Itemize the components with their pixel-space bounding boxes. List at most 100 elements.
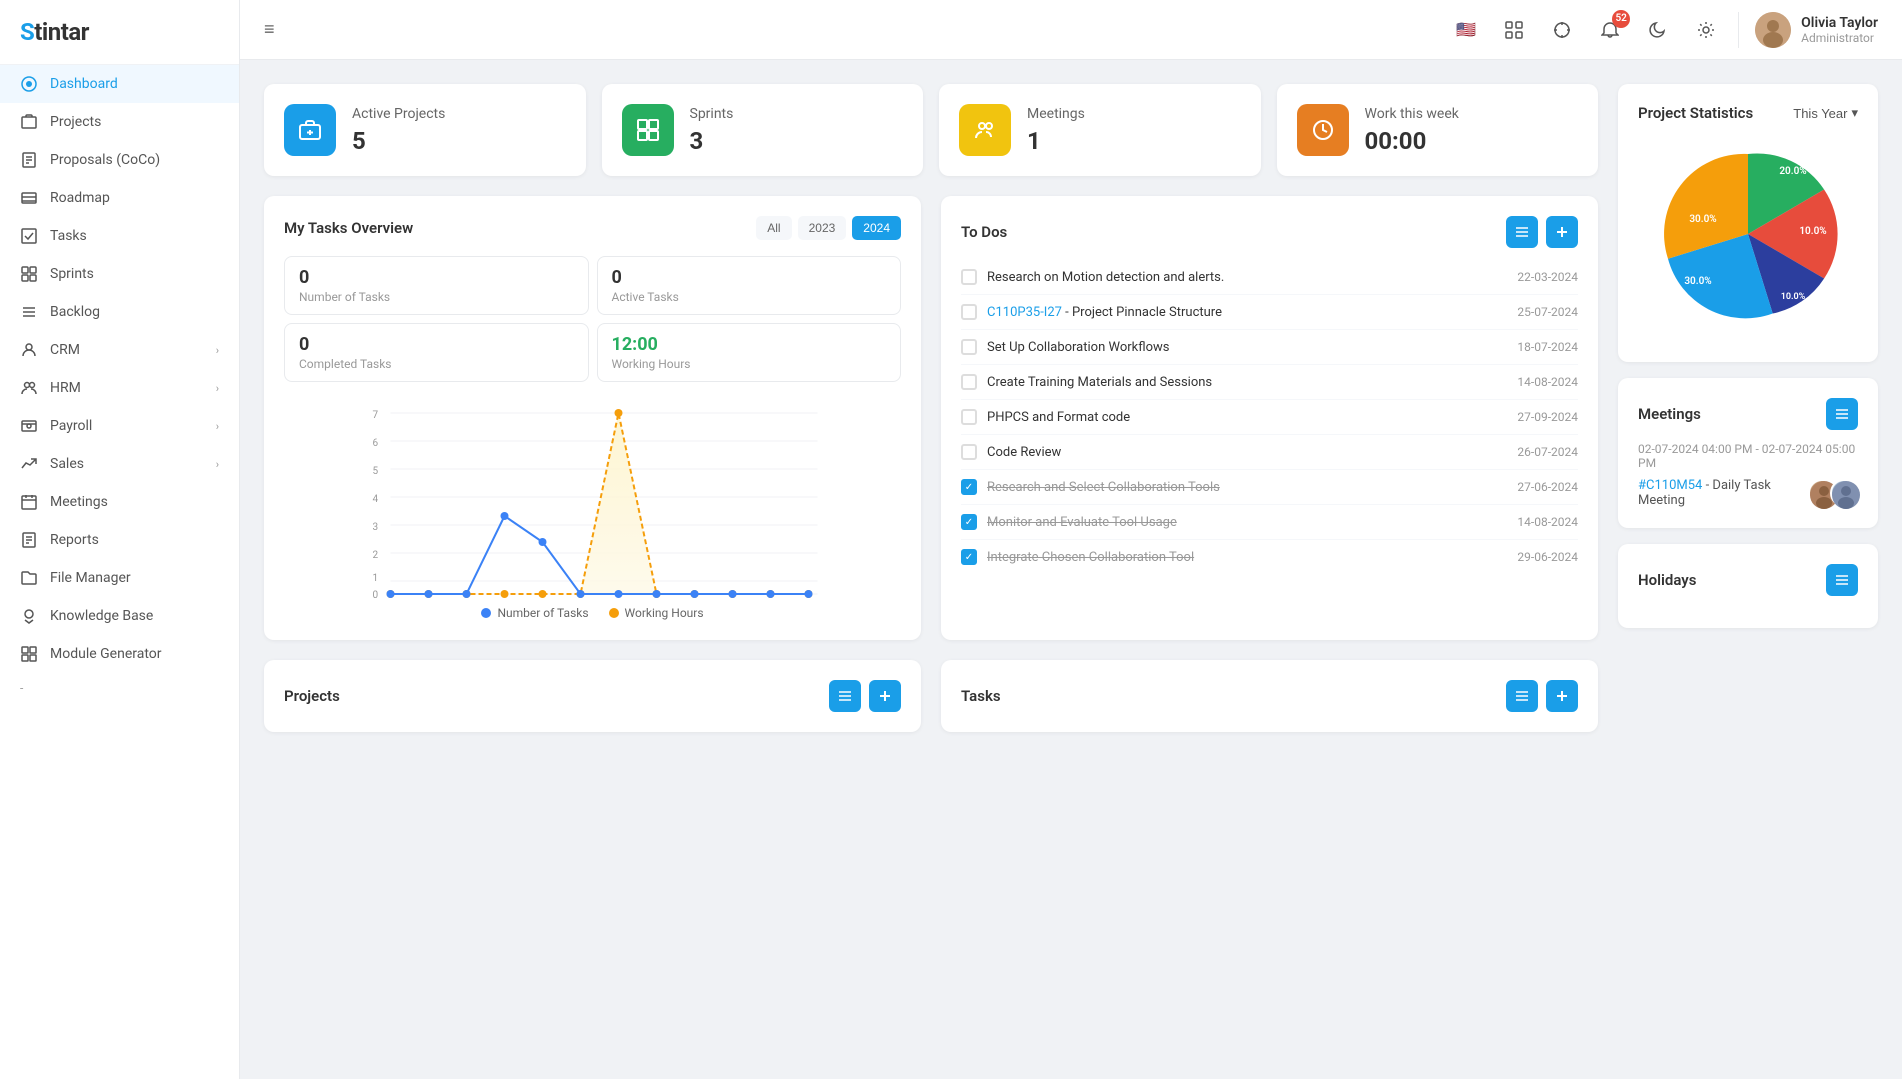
sidebar-item-projects[interactable]: Projects [0, 103, 239, 141]
stat-num-completed: 0 [299, 334, 574, 355]
filter-tabs: All 2023 2024 [756, 216, 901, 240]
sidebar-item-roadmap[interactable]: Roadmap [0, 179, 239, 217]
crosshair-icon[interactable] [1546, 14, 1578, 46]
meeting-avatar-2 [1830, 479, 1858, 507]
svg-text:20.0%: 20.0% [1779, 166, 1806, 177]
svg-text:10.0%: 10.0% [1781, 292, 1806, 302]
todo-check-7[interactable] [961, 514, 977, 530]
sidebar-label-reports: Reports [50, 532, 99, 548]
user-details: Olivia Taylor Administrator [1801, 15, 1878, 45]
todo-check-1[interactable] [961, 304, 977, 320]
sidebar-nav: Dashboard Projects Proposals (CoCo) Road… [0, 65, 239, 703]
todos-add-button[interactable] [1546, 216, 1578, 248]
sidebar-label-proposals: Proposals (CoCo) [50, 152, 160, 168]
tasks-legend-label: Number of Tasks [497, 606, 588, 620]
user-profile[interactable]: Olivia Taylor Administrator [1738, 12, 1878, 48]
sidebar-item-payroll[interactable]: Payroll › [0, 407, 239, 445]
filter-2024[interactable]: 2024 [852, 216, 901, 240]
todo-check-2[interactable] [961, 339, 977, 355]
sidebar-item-sales[interactable]: Sales › [0, 445, 239, 483]
hours-legend-dot [609, 608, 619, 618]
app-logo: Stintar [20, 18, 89, 46]
meeting-item: #C110M54 - Daily Task Meeting [1638, 478, 1858, 508]
holidays-card-header: Holidays [1638, 564, 1858, 596]
todo-date-1: 25-07-2024 [1517, 305, 1578, 319]
svg-text:5: 5 [373, 466, 379, 477]
tasks-legend-dot [481, 608, 491, 618]
sidebar-item-crm[interactable]: CRM › [0, 331, 239, 369]
sidebar-item-module-generator[interactable]: Module Generator [0, 635, 239, 673]
stat-label-completed: Completed Tasks [299, 357, 574, 371]
tasks-list-button[interactable] [1506, 680, 1538, 712]
sidebar-item-proposals[interactable]: Proposals (CoCo) [0, 141, 239, 179]
todos-header: To Dos [961, 216, 1578, 248]
meeting-link[interactable]: #C110M54 [1638, 478, 1702, 493]
stat-label-active: Active Tasks [612, 290, 887, 304]
sidebar-item-file-manager[interactable]: File Manager [0, 559, 239, 597]
todo-check-5[interactable] [961, 444, 977, 460]
meetings-card-header: Meetings [1638, 398, 1858, 430]
todo-item-4: PHPCS and Format code 27-09-2024 [961, 400, 1578, 435]
meetings-list-button[interactable] [1826, 398, 1858, 430]
flag-icon[interactable]: 🇺🇸 [1450, 14, 1482, 46]
svg-text:7: 7 [373, 410, 379, 421]
chart-legend: Number of Tasks Working Hours [284, 606, 901, 620]
sidebar-item-hrm[interactable]: HRM › [0, 369, 239, 407]
payroll-icon [20, 417, 38, 435]
todos-list-view-button[interactable] [1506, 216, 1538, 248]
sidebar-label-module-generator: Module Generator [50, 646, 162, 662]
filter-all[interactable]: All [756, 216, 791, 240]
dark-mode-icon[interactable] [1642, 14, 1674, 46]
filter-2023[interactable]: 2023 [798, 216, 847, 240]
menu-toggle-button[interactable]: ≡ [264, 19, 275, 40]
svg-text:30.0%: 30.0% [1689, 214, 1716, 225]
todo-check-8[interactable] [961, 549, 977, 565]
sidebar-item-dashboard[interactable]: Dashboard [0, 65, 239, 103]
meeting-avatars [1808, 479, 1858, 507]
todo-check-3[interactable] [961, 374, 977, 390]
todo-item-7: Monitor and Evaluate Tool Usage 14-08-20… [961, 505, 1578, 540]
sidebar-label-sprints: Sprints [50, 266, 94, 282]
holidays-list-button[interactable] [1826, 564, 1858, 596]
year-selector[interactable]: This Year ▾ [1793, 105, 1858, 121]
sidebar-item-backlog[interactable]: Backlog [0, 293, 239, 331]
payroll-chevron: › [216, 420, 219, 433]
projects-card: Projects [264, 660, 921, 732]
todo-check-6[interactable] [961, 479, 977, 495]
todo-link-1[interactable]: C110P35-I27 [987, 305, 1062, 320]
notification-bell-icon[interactable]: 52 [1594, 14, 1626, 46]
todo-text-3: Create Training Materials and Sessions [987, 375, 1507, 390]
avatar [1755, 12, 1791, 48]
sprints-stat-icon [622, 104, 674, 156]
sidebar-item-sprints[interactable]: Sprints [0, 255, 239, 293]
sprints-icon [20, 265, 38, 283]
projects-list-button[interactable] [829, 680, 861, 712]
apps-grid-icon[interactable] [1498, 14, 1530, 46]
user-role: Administrator [1801, 31, 1878, 45]
todo-check-4[interactable] [961, 409, 977, 425]
reports-icon [20, 531, 38, 549]
todo-date-8: 29-06-2024 [1517, 550, 1578, 564]
sidebar-label-crm: CRM [50, 342, 80, 358]
projects-add-button[interactable] [869, 680, 901, 712]
sidebar-item-tasks[interactable]: Tasks [0, 217, 239, 255]
stat-value-meetings: 1 [1027, 127, 1085, 155]
legend-hours: Working Hours [609, 606, 704, 620]
holidays-card-title: Holidays [1638, 571, 1696, 589]
todo-text-5: Code Review [987, 445, 1507, 460]
sidebar-item-reports[interactable]: Reports [0, 521, 239, 559]
settings-icon[interactable] [1690, 14, 1722, 46]
stat-card-work-week: Work this week 00:00 [1277, 84, 1599, 176]
tasks-overview-title: My Tasks Overview [284, 219, 413, 237]
proposals-icon [20, 151, 38, 169]
sidebar-item-meetings[interactable]: Meetings [0, 483, 239, 521]
todo-text-6: Research and Select Collaboration Tools [987, 480, 1507, 495]
sidebar-item-knowledge-base[interactable]: Knowledge Base [0, 597, 239, 635]
projects-card-title: Projects [284, 687, 340, 705]
tasks-overview-card: My Tasks Overview All 2023 2024 0 Number… [264, 196, 921, 640]
sidebar-label-tasks: Tasks [50, 228, 87, 244]
todo-check-0[interactable] [961, 269, 977, 285]
tasks-add-button[interactable] [1546, 680, 1578, 712]
knowledge-base-icon [20, 607, 38, 625]
crm-icon [20, 341, 38, 359]
